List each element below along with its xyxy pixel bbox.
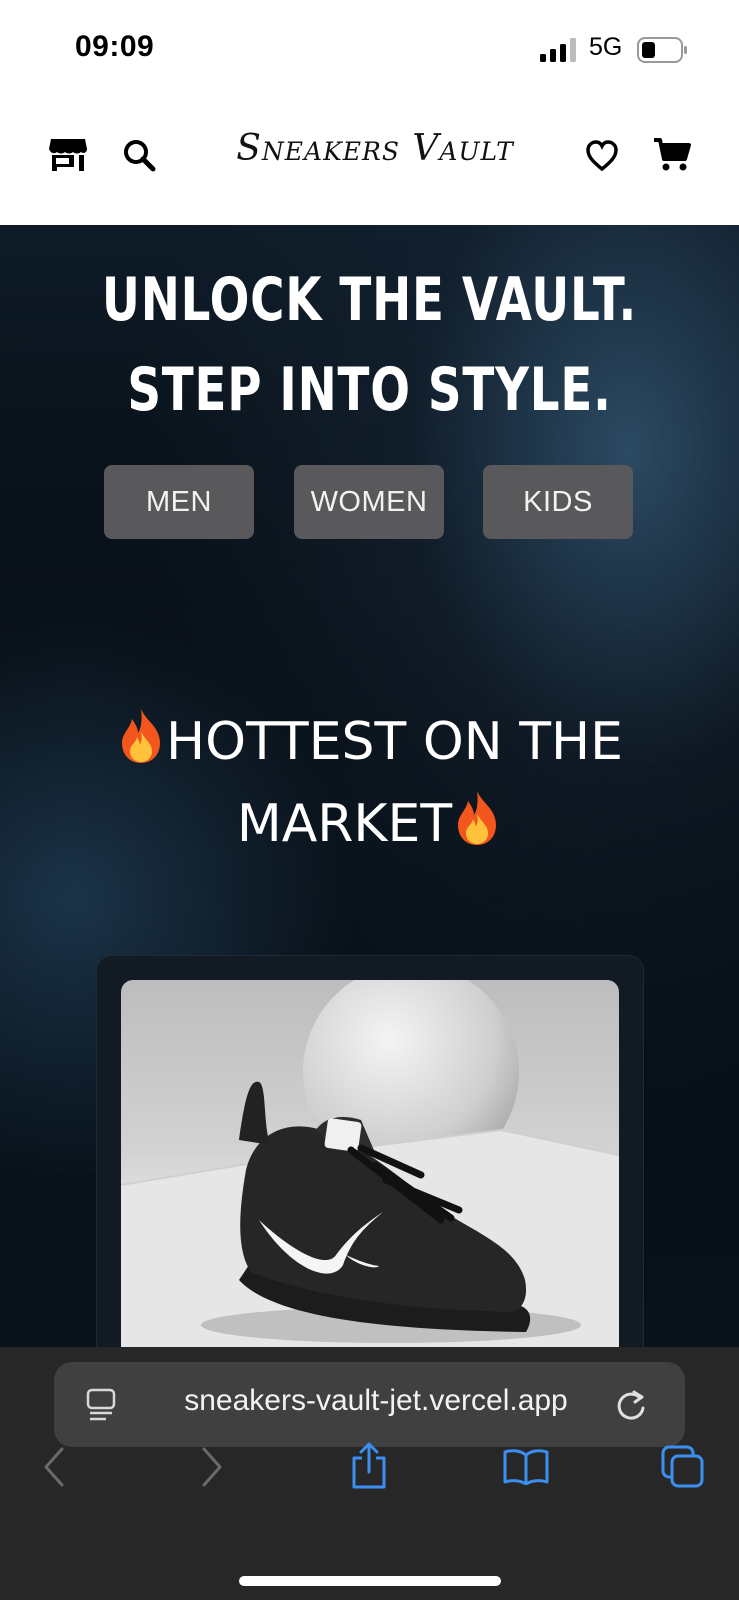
reader-icon[interactable]	[86, 1388, 116, 1422]
product-image[interactable]	[121, 980, 619, 1347]
signal-icon	[540, 38, 576, 62]
bookmarks-icon[interactable]	[503, 1447, 549, 1485]
reload-icon[interactable]	[615, 1388, 647, 1422]
cart-icon[interactable]	[653, 137, 691, 173]
battery-icon	[637, 37, 687, 63]
store-icon[interactable]	[48, 136, 88, 172]
hero-headline-line2: STEP INTO STYLE.	[127, 355, 612, 425]
app-header: Sneakers Vault	[0, 100, 739, 225]
back-icon[interactable]	[42, 1447, 66, 1487]
category-men-button[interactable]: MEN	[104, 465, 254, 539]
address-bar[interactable]: sneakers-vault-jet.vercel.app	[54, 1362, 685, 1447]
section-title-line2: MARKET	[0, 789, 739, 854]
section-title-text2: MARKET	[236, 794, 453, 854]
sneaker-photo	[121, 980, 619, 1347]
section-title-text1: HOTTEST ON THE	[166, 712, 623, 772]
network-label: 5G	[589, 33, 623, 61]
forward-icon[interactable]	[200, 1447, 224, 1487]
product-card[interactable]	[96, 955, 644, 1347]
status-time: 09:09	[75, 30, 155, 63]
fire-icon	[122, 709, 161, 763]
tabs-icon[interactable]	[661, 1445, 705, 1489]
hero-headline-line1: UNLOCK THE VAULT.	[101, 265, 638, 335]
browser-toolbar: sneakers-vault-jet.vercel.app	[0, 1347, 739, 1600]
section-title-line1: HOTTEST ON THE	[0, 707, 739, 772]
heart-icon[interactable]	[585, 140, 619, 172]
search-icon[interactable]	[122, 138, 156, 172]
home-indicator	[239, 1576, 501, 1586]
hero-section: UNLOCK THE VAULT. STEP INTO STYLE. MEN W…	[0, 225, 739, 1347]
category-women-button[interactable]: WOMEN	[294, 465, 444, 539]
brand-logo[interactable]: Sneakers Vault	[225, 128, 525, 169]
status-bar: 09:09 5G	[0, 0, 739, 100]
category-kids-button[interactable]: KIDS	[483, 465, 633, 539]
fire-icon	[458, 791, 497, 845]
share-icon[interactable]	[349, 1442, 389, 1490]
url-text[interactable]: sneakers-vault-jet.vercel.app	[161, 1384, 591, 1418]
